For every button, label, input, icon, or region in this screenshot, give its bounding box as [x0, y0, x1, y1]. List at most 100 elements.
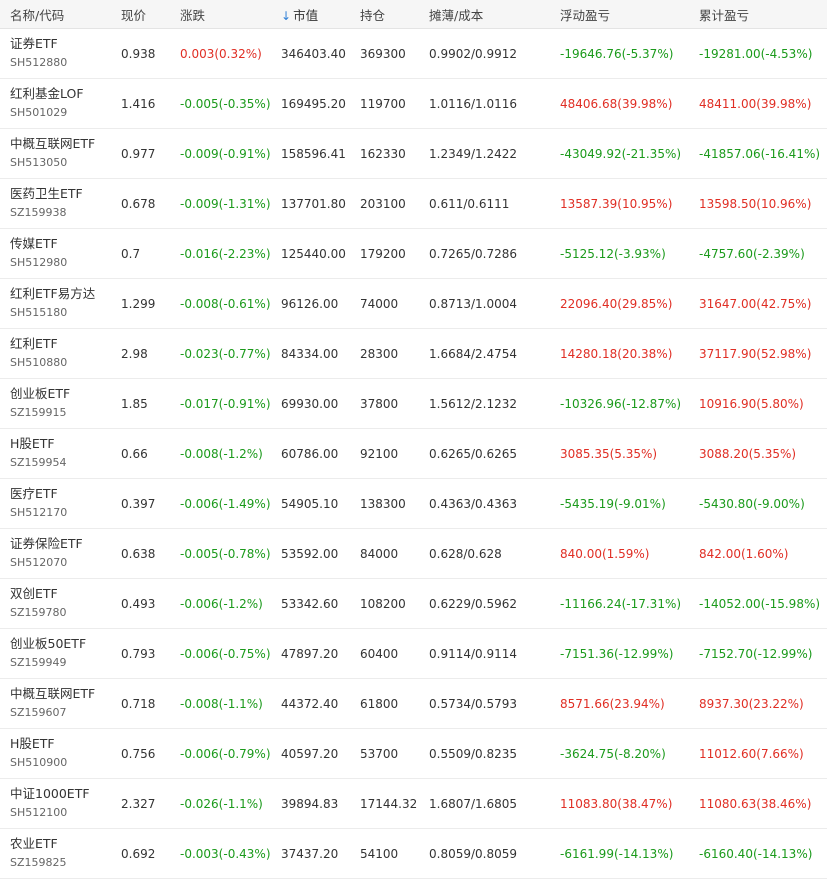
table-row[interactable]: 农业ETF SZ159825 0.692 -0.003(-0.43%) 37437.20… — [0, 828, 827, 879]
fund-cell[interactable]: 中概互联网ETF SZ159607 — [0, 678, 111, 729]
table-row[interactable]: 医疗ETF SH512170 0.397 -0.006(-1.49%) 54905.10… — [0, 478, 827, 529]
cumulative-pl-cell: -5430.80(-9.00%) — [689, 478, 827, 529]
fund-cell[interactable]: 传媒ETF SH512980 — [0, 228, 111, 279]
header-price[interactable]: 现价 — [111, 0, 170, 29]
table-row[interactable]: 红利ETF易方达 SH515180 1.299 -0.008(-0.61%) 96126… — [0, 278, 827, 329]
floating-pl-cell: 3085.35(5.35%) — [550, 428, 689, 479]
table-row[interactable]: 证券保险ETF SH512070 0.638 -0.005(-0.78%) 53592.… — [0, 528, 827, 579]
fund-code: SZ159954 — [10, 456, 67, 469]
table-row[interactable]: H股ETF SH510900 0.756 -0.006(-0.79%) 40597.20… — [0, 728, 827, 779]
fund-code: SH512070 — [10, 556, 68, 569]
table-row[interactable]: 中概互联网ETF SH513050 0.977 -0.009(-0.91%) 15859… — [0, 128, 827, 179]
table-row[interactable]: H股ETF SZ159954 0.66 -0.008(-1.2%) 60786.00 92… — [0, 428, 827, 479]
market-value-cell: 53592.00 — [271, 528, 350, 579]
shares-cell: 53700 — [350, 728, 419, 779]
cumulative-pl-cell: 31647.00(42.75%) — [689, 278, 827, 329]
shares-cell: 119700 — [350, 78, 419, 129]
shares-cell: 162330 — [350, 128, 419, 179]
header-name-code[interactable]: 名称/代码 — [0, 0, 111, 29]
fund-code: SH512170 — [10, 506, 68, 519]
fund-code: SH515180 — [10, 306, 68, 319]
cost-cell: 0.6229/0.5962 — [419, 578, 550, 629]
change-cell: -0.023(-0.77%) — [170, 328, 271, 379]
fund-cell[interactable]: 中证1000ETF SH512100 — [0, 778, 111, 829]
market-value-cell: 44372.40 — [271, 678, 350, 729]
table-row[interactable]: 中证1000ETF SH512100 2.327 -0.026(-1.1%) 39894… — [0, 778, 827, 829]
fund-cell[interactable]: 证券ETF SH512880 — [0, 28, 111, 79]
fund-cell[interactable]: 中概互联网ETF SH513050 — [0, 128, 111, 179]
cost-cell: 0.628/0.628 — [419, 528, 550, 579]
header-change[interactable]: 涨跌 — [170, 0, 271, 29]
fund-cell[interactable]: 红利ETF SH510880 — [0, 328, 111, 379]
price-cell: 1.416 — [111, 78, 170, 129]
floating-pl-cell: -11166.24(-17.31%) — [550, 578, 689, 629]
change-cell: -0.008(-1.2%) — [170, 428, 271, 479]
fund-name: H股ETF — [10, 436, 55, 451]
floating-pl-cell: 48406.68(39.98%) — [550, 78, 689, 129]
fund-cell[interactable]: 农业ETF SZ159825 — [0, 828, 111, 879]
header-cost[interactable]: 摊薄/成本 — [419, 0, 550, 29]
fund-cell[interactable]: 双创ETF SZ159780 — [0, 578, 111, 629]
header-shares[interactable]: 持仓 — [350, 0, 419, 29]
table-row[interactable]: 传媒ETF SH512980 0.7 -0.016(-2.23%) 125440.00 1… — [0, 228, 827, 279]
table-row[interactable]: 红利基金LOF SH501029 1.416 -0.005(-0.35%) 169495… — [0, 78, 827, 129]
fund-code: SH512880 — [10, 56, 68, 69]
change-cell: -0.017(-0.91%) — [170, 378, 271, 429]
fund-cell[interactable]: 创业板50ETF SZ159949 — [0, 628, 111, 679]
fund-cell[interactable]: H股ETF SH510900 — [0, 728, 111, 779]
fund-code: SH512980 — [10, 256, 68, 269]
floating-pl-cell: -43049.92(-21.35%) — [550, 128, 689, 179]
fund-cell[interactable]: 医疗ETF SH512170 — [0, 478, 111, 529]
change-cell: -0.016(-2.23%) — [170, 228, 271, 279]
fund-name: 医疗ETF — [10, 486, 58, 501]
table-row[interactable]: 创业板ETF SZ159915 1.85 -0.017(-0.91%) 69930.00… — [0, 378, 827, 429]
change-cell: -0.006(-0.79%) — [170, 728, 271, 779]
fund-code: SZ159949 — [10, 656, 67, 669]
fund-name: H股ETF — [10, 736, 55, 751]
price-cell: 1.299 — [111, 278, 170, 329]
floating-pl-cell: 22096.40(29.85%) — [550, 278, 689, 329]
fund-cell[interactable]: 证券保险ETF SH512070 — [0, 528, 111, 579]
market-value-cell: 47897.20 — [271, 628, 350, 679]
change-cell: -0.005(-0.35%) — [170, 78, 271, 129]
fund-name: 红利ETF — [10, 336, 58, 351]
cumulative-pl-cell: -7152.70(-12.99%) — [689, 628, 827, 679]
cumulative-pl-cell: 11012.60(7.66%) — [689, 728, 827, 779]
table-row[interactable]: 双创ETF SZ159780 0.493 -0.006(-1.2%) 53342.60 1… — [0, 578, 827, 629]
price-cell: 0.938 — [111, 28, 170, 79]
price-cell: 2.327 — [111, 778, 170, 829]
change-cell: -0.026(-1.1%) — [170, 778, 271, 829]
cumulative-pl-cell: 37117.90(52.98%) — [689, 328, 827, 379]
fund-cell[interactable]: H股ETF SZ159954 — [0, 428, 111, 479]
price-cell: 0.977 — [111, 128, 170, 179]
fund-cell[interactable]: 红利基金LOF SH501029 — [0, 78, 111, 129]
cumulative-pl-cell: -4757.60(-2.39%) — [689, 228, 827, 279]
cost-cell: 0.7265/0.7286 — [419, 228, 550, 279]
table-header-row: 名称/代码 现价 涨跌 ↓ 市值 持仓 摊薄/成本 浮动盈亏 累计盈亏 — [0, 0, 827, 29]
header-market-value[interactable]: ↓ 市值 — [271, 0, 350, 29]
change-cell: -0.008(-1.1%) — [170, 678, 271, 729]
price-cell: 0.678 — [111, 178, 170, 229]
market-value-cell: 169495.20 — [271, 78, 350, 129]
fund-cell[interactable]: 创业板ETF SZ159915 — [0, 378, 111, 429]
price-cell: 0.638 — [111, 528, 170, 579]
shares-cell: 60400 — [350, 628, 419, 679]
market-value-cell: 54905.10 — [271, 478, 350, 529]
fund-cell[interactable]: 医药卫生ETF SZ159938 — [0, 178, 111, 229]
table-row[interactable]: 中概互联网ETF SZ159607 0.718 -0.008(-1.1%) 44372.… — [0, 678, 827, 729]
market-value-cell: 96126.00 — [271, 278, 350, 329]
floating-pl-cell: 13587.39(10.95%) — [550, 178, 689, 229]
floating-pl-cell: 8571.66(23.94%) — [550, 678, 689, 729]
header-floating-pl[interactable]: 浮动盈亏 — [550, 0, 689, 29]
fund-name: 医药卫生ETF — [10, 186, 83, 201]
change-cell: 0.003(0.32%) — [170, 28, 271, 79]
table-row[interactable]: 证券ETF SH512880 0.938 0.003(0.32%) 346403.40 3… — [0, 28, 827, 79]
table-row[interactable]: 医药卫生ETF SZ159938 0.678 -0.009(-1.31%) 137701… — [0, 178, 827, 229]
table-row[interactable]: 红利ETF SH510880 2.98 -0.023(-0.77%) 84334.00 2… — [0, 328, 827, 379]
fund-cell[interactable]: 红利ETF易方达 SH515180 — [0, 278, 111, 329]
cost-cell: 1.5612/2.1232 — [419, 378, 550, 429]
table-row[interactable]: 创业板50ETF SZ159949 0.793 -0.006(-0.75%) 47897… — [0, 628, 827, 679]
cost-cell: 0.5734/0.5793 — [419, 678, 550, 729]
header-cumulative-pl[interactable]: 累计盈亏 — [689, 0, 827, 29]
price-cell: 1.85 — [111, 378, 170, 429]
